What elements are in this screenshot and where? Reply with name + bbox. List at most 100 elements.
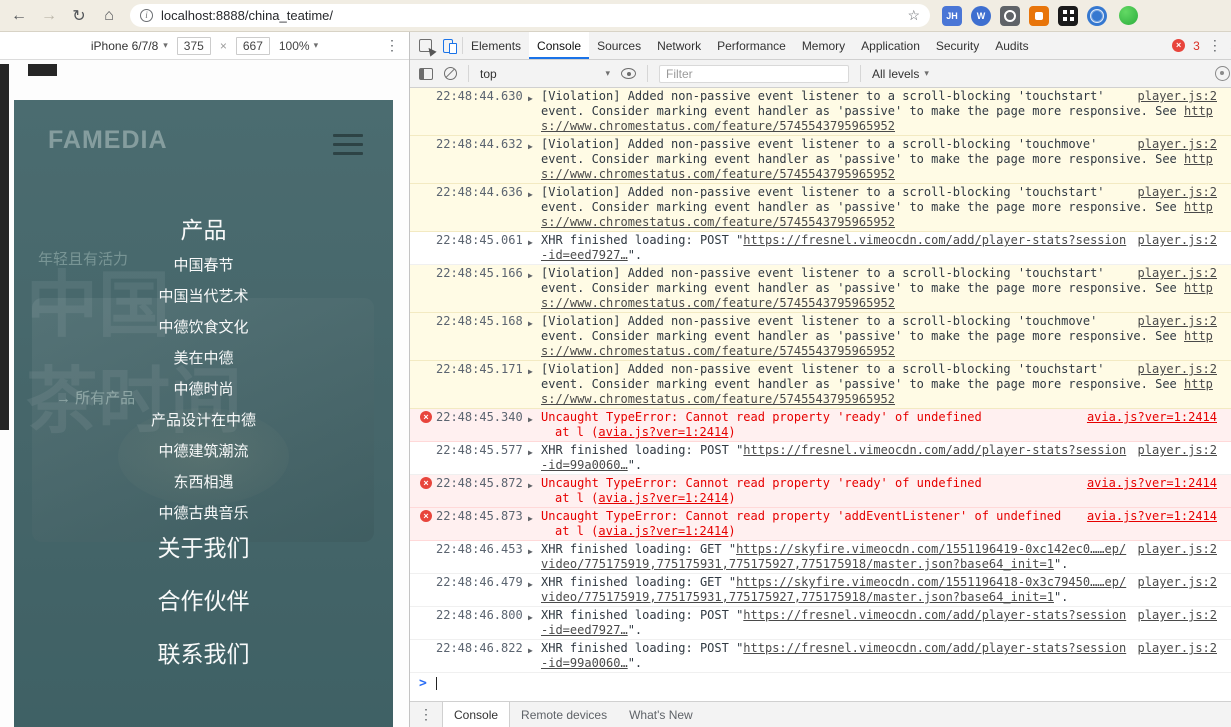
menu-section-title[interactable]: 产品: [181, 218, 227, 242]
execution-context-select[interactable]: top ▾: [480, 67, 610, 81]
message-source-link[interactable]: player.js:2: [1138, 575, 1217, 590]
menu-item-[interactable]: 关于我们: [158, 537, 250, 560]
extension-orange-icon[interactable]: [1029, 5, 1049, 26]
message-source-link[interactable]: player.js:2: [1138, 314, 1217, 329]
hamburger-menu-icon[interactable]: [333, 134, 363, 155]
extension-qr-icon[interactable]: [1058, 5, 1078, 26]
message-source-link[interactable]: avia.js?ver=1:2414: [1087, 476, 1217, 491]
message-source-link[interactable]: player.js:2: [1138, 362, 1217, 377]
message-text: Uncaught TypeError: Cannot read property…: [541, 476, 982, 490]
console-settings-gear-icon[interactable]: [1215, 66, 1230, 81]
inspect-element-icon[interactable]: [419, 39, 432, 52]
tab-sources[interactable]: Sources: [589, 32, 649, 59]
expand-message-icon[interactable]: ▶: [528, 233, 541, 250]
message-source-link[interactable]: player.js:2: [1138, 266, 1217, 281]
expand-message-icon[interactable]: ▶: [528, 476, 541, 493]
drawer-tab-console[interactable]: Console: [442, 702, 511, 727]
expand-message-icon[interactable]: ▶: [528, 575, 541, 592]
message-link[interactable]: avia.js?ver=1:2414: [598, 524, 728, 538]
menu-item-[interactable]: 中国当代艺术: [158, 289, 248, 304]
menu-item-[interactable]: 中德古典音乐: [158, 506, 248, 521]
drawer-menu-icon[interactable]: ⋮: [410, 702, 442, 727]
message-source-link[interactable]: player.js:2: [1138, 89, 1217, 104]
menu-item-[interactable]: 产品设计在中德: [151, 413, 256, 428]
device-height-field[interactable]: 667: [235, 36, 270, 55]
home-button[interactable]: ⌂: [100, 7, 118, 25]
message-timestamp: 22:48:45.577: [436, 443, 523, 457]
tab-elements[interactable]: Elements: [463, 32, 529, 59]
message-source-link[interactable]: avia.js?ver=1:2414: [1087, 410, 1217, 425]
expand-message-icon[interactable]: ▶: [528, 89, 541, 106]
forward-button[interactable]: →: [40, 7, 58, 25]
expand-message-icon[interactable]: ▶: [528, 362, 541, 379]
page-info-icon[interactable]: i: [140, 9, 153, 22]
back-button[interactable]: ←: [10, 7, 28, 25]
device-toolbar-menu-icon[interactable]: ⋮: [385, 37, 399, 54]
log-levels-select[interactable]: All levels ▾: [872, 67, 929, 81]
clear-console-icon[interactable]: [444, 67, 457, 80]
menu-item-[interactable]: 美在中德: [173, 351, 233, 366]
menu-item-[interactable]: 中德建筑潮流: [158, 444, 248, 459]
message-source-link[interactable]: player.js:2: [1138, 233, 1217, 248]
device-select[interactable]: iPhone 6/7/8 ▾: [91, 39, 168, 53]
reload-button[interactable]: ↻: [70, 6, 88, 26]
tab-performance[interactable]: Performance: [709, 32, 794, 59]
message-source-link[interactable]: avia.js?ver=1:2414: [1087, 509, 1217, 524]
stack-trace-line: at l (avia.js?ver=1:2414): [541, 491, 1217, 506]
menu-item-[interactable]: 中德时尚: [173, 382, 233, 397]
extension-jh-icon[interactable]: JH: [942, 5, 962, 26]
expand-message-icon[interactable]: ▶: [528, 542, 541, 559]
live-expression-eye-icon[interactable]: [621, 68, 636, 79]
message-timestamp: 22:48:44.636: [436, 185, 523, 199]
message-source-link[interactable]: player.js:2: [1138, 542, 1217, 557]
url-text[interactable]: localhost:8888/china_teatime/: [161, 8, 899, 23]
message-body: avia.js?ver=1:2414 Uncaught TypeError: Ca…: [541, 410, 1217, 440]
menu-item-[interactable]: 中国春节: [173, 258, 233, 273]
message-source-link[interactable]: player.js:2: [1138, 443, 1217, 458]
console-message: × 22:48:45.873 ▶ avia.js?ver=1:2414 Uncaught…: [410, 508, 1231, 541]
expand-message-icon[interactable]: ▶: [528, 641, 541, 658]
toggle-device-toolbar-icon[interactable]: [443, 38, 457, 54]
console-filter-input[interactable]: [659, 64, 849, 83]
message-source-link[interactable]: player.js:2: [1138, 608, 1217, 623]
expand-message-icon[interactable]: ▶: [528, 608, 541, 625]
console-prompt[interactable]: >: [410, 673, 1231, 693]
drawer-tab-what-s-new[interactable]: What's New: [618, 702, 704, 727]
drawer-tab-remote-devices[interactable]: Remote devices: [510, 702, 618, 727]
menu-item-[interactable]: 中德饮食文化: [158, 320, 248, 335]
expand-message-icon[interactable]: ▶: [528, 185, 541, 202]
site-logo[interactable]: FAMEDIA: [48, 126, 168, 155]
bookmark-star-icon[interactable]: ☆: [907, 7, 920, 24]
expand-message-icon[interactable]: ▶: [528, 410, 541, 427]
expand-message-icon[interactable]: ▶: [528, 509, 541, 526]
zoom-select[interactable]: 100% ▾: [279, 39, 318, 53]
menu-item-[interactable]: 东西相遇: [173, 475, 233, 490]
expand-message-icon[interactable]: ▶: [528, 137, 541, 154]
tab-memory[interactable]: Memory: [794, 32, 853, 59]
address-bar[interactable]: i localhost:8888/china_teatime/ ☆: [130, 4, 930, 27]
error-badge-icon[interactable]: ×: [1172, 39, 1186, 52]
devtools-menu-icon[interactable]: ⋮: [1208, 37, 1222, 54]
extension-globe-icon[interactable]: [1087, 5, 1107, 26]
profile-avatar[interactable]: [1119, 6, 1138, 25]
expand-message-icon[interactable]: ▶: [528, 266, 541, 283]
tab-network[interactable]: Network: [649, 32, 709, 59]
tab-audits[interactable]: Audits: [987, 32, 1036, 59]
menu-item-[interactable]: 合作伙伴: [158, 590, 250, 613]
tab-console[interactable]: Console: [529, 32, 590, 59]
message-link[interactable]: avia.js?ver=1:2414: [598, 425, 728, 439]
expand-message-icon[interactable]: ▶: [528, 314, 541, 331]
device-width-field[interactable]: 375: [176, 36, 211, 55]
tab-security[interactable]: Security: [928, 32, 987, 59]
tab-application[interactable]: Application: [853, 32, 928, 59]
extension-wiki-icon[interactable]: W: [971, 5, 991, 26]
message-source-link[interactable]: player.js:2: [1138, 137, 1217, 152]
message-source-link[interactable]: player.js:2: [1138, 641, 1217, 656]
message-link[interactable]: avia.js?ver=1:2414: [598, 491, 728, 505]
menu-item-[interactable]: 联系我们: [158, 643, 250, 666]
message-source-link[interactable]: player.js:2: [1138, 185, 1217, 200]
console-sidebar-icon[interactable]: [419, 67, 433, 80]
expand-message-icon[interactable]: ▶: [528, 443, 541, 460]
extension-gear-icon[interactable]: [1000, 5, 1020, 26]
console-messages-area: 22:48:44.630 ▶ player.js:2 [Violation] Adde…: [410, 88, 1231, 701]
